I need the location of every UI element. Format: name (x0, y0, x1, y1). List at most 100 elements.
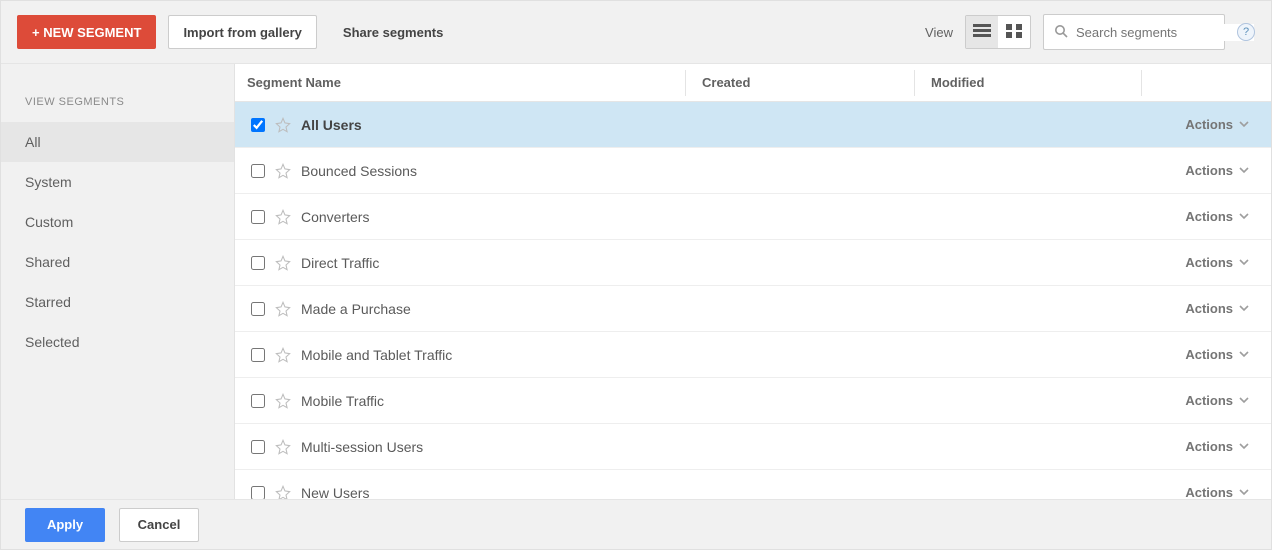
actions-dropdown[interactable]: Actions (1185, 301, 1249, 316)
actions-dropdown[interactable]: Actions (1185, 255, 1249, 270)
cancel-button[interactable]: Cancel (119, 508, 199, 542)
table-header: Segment Name Created Modified (235, 64, 1271, 102)
chevron-down-icon (1239, 301, 1249, 316)
row-checkbox[interactable] (251, 486, 265, 500)
segments-dialog: + NEW SEGMENT Import from gallery Share … (0, 0, 1272, 550)
chevron-down-icon (1239, 393, 1249, 408)
segment-name: Made a Purchase (301, 301, 411, 317)
chevron-down-icon (1239, 209, 1249, 224)
actions-label: Actions (1185, 485, 1233, 499)
actions-dropdown[interactable]: Actions (1185, 485, 1249, 499)
sidebar-item-starred[interactable]: Starred (1, 282, 234, 322)
star-icon[interactable] (275, 347, 291, 363)
star-icon[interactable] (275, 393, 291, 409)
help-button[interactable]: ? (1237, 23, 1255, 41)
chevron-down-icon (1239, 163, 1249, 178)
row-checkbox[interactable] (251, 210, 265, 224)
view-list-button[interactable] (966, 16, 998, 48)
row-checkbox[interactable] (251, 118, 265, 132)
sidebar-item-system[interactable]: System (1, 162, 234, 202)
table-row[interactable]: Bounced Sessions Actions (235, 148, 1271, 194)
view-label: View (925, 25, 953, 40)
actions-label: Actions (1185, 439, 1233, 454)
col-modified-header[interactable]: Modified (931, 75, 1141, 90)
actions-dropdown[interactable]: Actions (1185, 117, 1249, 132)
table-row[interactable]: Converters Actions (235, 194, 1271, 240)
segment-name: Bounced Sessions (301, 163, 417, 179)
search-icon (1054, 24, 1068, 41)
segment-name: All Users (301, 117, 362, 133)
table-row[interactable]: Multi-session Users Actions (235, 424, 1271, 470)
chevron-down-icon (1239, 439, 1249, 454)
actions-dropdown[interactable]: Actions (1185, 209, 1249, 224)
actions-dropdown[interactable]: Actions (1185, 163, 1249, 178)
chevron-down-icon (1239, 117, 1249, 132)
column-divider (685, 70, 686, 96)
chevron-down-icon (1239, 255, 1249, 270)
actions-label: Actions (1185, 163, 1233, 178)
star-icon[interactable] (275, 439, 291, 455)
row-checkbox[interactable] (251, 302, 265, 316)
actions-label: Actions (1185, 301, 1233, 316)
import-from-gallery-button[interactable]: Import from gallery (168, 15, 316, 49)
apply-button[interactable]: Apply (25, 508, 105, 542)
actions-dropdown[interactable]: Actions (1185, 439, 1249, 454)
sidebar-list: AllSystemCustomSharedStarredSelected (1, 122, 234, 362)
col-created-header[interactable]: Created (702, 75, 914, 90)
row-checkbox[interactable] (251, 164, 265, 178)
sidebar: VIEW SEGMENTS AllSystemCustomSharedStarr… (1, 64, 235, 499)
list-icon (973, 24, 991, 41)
sidebar-item-all[interactable]: All (1, 122, 234, 162)
footer: Apply Cancel (1, 499, 1271, 549)
segment-name: Mobile Traffic (301, 393, 384, 409)
table-row[interactable]: Direct Traffic Actions (235, 240, 1271, 286)
row-checkbox[interactable] (251, 348, 265, 362)
table-row[interactable]: Made a Purchase Actions (235, 286, 1271, 332)
grid-icon (1006, 24, 1022, 41)
table-row[interactable]: Mobile Traffic Actions (235, 378, 1271, 424)
star-icon[interactable] (275, 301, 291, 317)
view-toggle (965, 15, 1031, 49)
search-input[interactable] (1074, 24, 1254, 41)
table-row[interactable]: Mobile and Tablet Traffic Actions (235, 332, 1271, 378)
row-checkbox[interactable] (251, 394, 265, 408)
star-icon[interactable] (275, 209, 291, 225)
table-rows[interactable]: All UsersActionsBounced SessionsActionsC… (235, 102, 1271, 499)
main: VIEW SEGMENTS AllSystemCustomSharedStarr… (1, 64, 1271, 499)
actions-label: Actions (1185, 209, 1233, 224)
toolbar-right: View ? (925, 14, 1255, 50)
row-checkbox[interactable] (251, 440, 265, 454)
share-segments-button[interactable]: Share segments (329, 15, 457, 49)
row-checkbox[interactable] (251, 256, 265, 270)
sidebar-title: VIEW SEGMENTS (1, 88, 234, 122)
table-row[interactable]: New Users Actions (235, 470, 1271, 499)
segment-name: Mobile and Tablet Traffic (301, 347, 452, 363)
segment-name: Multi-session Users (301, 439, 423, 455)
segment-name: New Users (301, 485, 369, 500)
chevron-down-icon (1239, 347, 1249, 362)
sidebar-item-custom[interactable]: Custom (1, 202, 234, 242)
column-divider (1141, 70, 1142, 96)
column-divider (914, 70, 915, 96)
star-icon[interactable] (275, 485, 291, 500)
view-grid-button[interactable] (998, 16, 1030, 48)
toolbar-left: + NEW SEGMENT Import from gallery Share … (17, 15, 457, 49)
content: Segment Name Created Modified All UsersA… (235, 64, 1271, 499)
actions-dropdown[interactable]: Actions (1185, 347, 1249, 362)
sidebar-item-selected[interactable]: Selected (1, 322, 234, 362)
star-icon[interactable] (275, 255, 291, 271)
star-icon[interactable] (275, 163, 291, 179)
table-row[interactable]: All Users Actions (235, 102, 1271, 148)
segment-name: Direct Traffic (301, 255, 379, 271)
col-name-header[interactable]: Segment Name (235, 75, 685, 90)
actions-label: Actions (1185, 117, 1233, 132)
new-segment-button[interactable]: + NEW SEGMENT (17, 15, 156, 49)
segment-name: Converters (301, 209, 369, 225)
actions-dropdown[interactable]: Actions (1185, 393, 1249, 408)
search-field[interactable] (1043, 14, 1225, 50)
actions-label: Actions (1185, 393, 1233, 408)
chevron-down-icon (1239, 485, 1249, 499)
star-icon[interactable] (275, 117, 291, 133)
sidebar-item-shared[interactable]: Shared (1, 242, 234, 282)
actions-label: Actions (1185, 347, 1233, 362)
